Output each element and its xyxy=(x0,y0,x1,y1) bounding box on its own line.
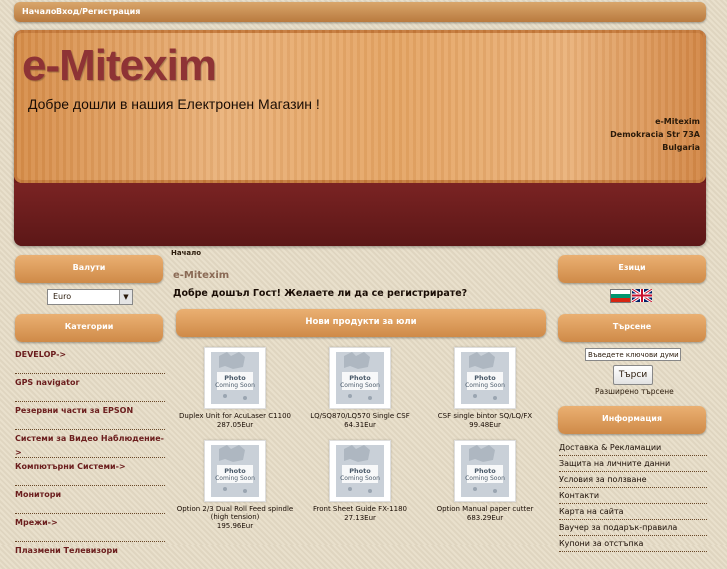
product-card[interactable]: Photo Coming Soon LQ/SQ870/LQ570 Single … xyxy=(300,347,420,429)
product-price: 64.31Eur xyxy=(344,421,376,429)
info-link-list: Доставка & Рекламации Защита на личните … xyxy=(559,441,707,552)
product-price: 287.05Eur xyxy=(216,421,254,429)
english-flag-icon[interactable] xyxy=(632,289,652,302)
placeholder-text-line1: Photo xyxy=(224,467,246,475)
placeholder-text-line1: Photo xyxy=(349,467,371,475)
info-link[interactable]: Условия за ползване xyxy=(559,473,707,488)
info-link[interactable]: Контакти xyxy=(559,489,707,504)
search-box-header: Търсене xyxy=(558,314,706,342)
placeholder-text-line1: Photo xyxy=(349,374,371,382)
category-link[interactable]: DEVELOP-> xyxy=(15,348,165,374)
product-card[interactable]: Photo Coming Soon CSF single bintor SQ/L… xyxy=(425,347,545,429)
advanced-search-link[interactable]: Разширено търсене xyxy=(595,387,674,396)
nav-login-link[interactable]: Вход/Регистрация xyxy=(56,7,140,16)
category-list: DEVELOP-> GPS navigator Резервни части з… xyxy=(15,348,165,569)
header-address-country: Bulgaria xyxy=(662,143,700,152)
product-thumbnail[interactable]: Photo Coming Soon xyxy=(454,347,516,409)
chevron-down-icon[interactable]: ▼ xyxy=(119,290,132,304)
info-link[interactable]: Доставка & Рекламации xyxy=(559,441,707,456)
product-thumbnail[interactable]: Photo Coming Soon xyxy=(204,440,266,502)
category-link[interactable]: Компютърни Системи-> xyxy=(15,460,165,486)
placeholder-text-line1: Photo xyxy=(224,374,246,382)
product-price: 683.29Eur xyxy=(466,514,504,522)
product-name[interactable]: Front Sheet Guide FX-1180 xyxy=(300,505,420,513)
product-thumbnail[interactable]: Photo Coming Soon xyxy=(454,440,516,502)
product-card[interactable]: Photo Coming Soon Option 2/3 Dual Roll F… xyxy=(175,440,295,530)
placeholder-text-line2: Coming Soon xyxy=(215,475,255,482)
currency-box-header: Валути xyxy=(15,255,163,283)
placeholder-text-line2: Coming Soon xyxy=(215,382,255,389)
product-thumbnail[interactable]: Photo Coming Soon xyxy=(329,440,391,502)
placeholder-text-line1: Photo xyxy=(474,374,496,382)
info-link[interactable]: Карта на сайта xyxy=(559,505,707,520)
product-card[interactable]: Photo Coming Soon Duplex Unit for AcuLas… xyxy=(175,347,295,429)
nav-home-link[interactable]: Начало xyxy=(22,7,56,16)
new-products-header: Нови продукти за юли xyxy=(176,309,546,337)
currency-select-value: Euro xyxy=(53,292,72,301)
product-name[interactable]: Option Manual paper cutter xyxy=(425,505,545,513)
search-button[interactable]: Търси xyxy=(613,365,653,385)
product-price: 99.48Eur xyxy=(469,421,501,429)
placeholder-text-line1: Photo xyxy=(474,467,496,475)
info-box-header: Информация xyxy=(558,406,706,434)
placeholder-text-line2: Coming Soon xyxy=(465,475,505,482)
info-link[interactable]: Защита на личните данни xyxy=(559,457,707,472)
product-price: 27.13Eur xyxy=(344,514,376,522)
info-link[interactable]: Ваучер за подарък-правила xyxy=(559,521,707,536)
product-thumbnail[interactable]: Photo Coming Soon xyxy=(329,347,391,409)
product-thumbnail[interactable]: Photo Coming Soon xyxy=(204,347,266,409)
placeholder-text-line2: Coming Soon xyxy=(465,382,505,389)
header-address-street: Demokracia Str 73A xyxy=(610,130,700,139)
product-price: 195.96Eur xyxy=(216,522,254,530)
breadcrumb[interactable]: Начало xyxy=(171,249,201,257)
product-name[interactable]: LQ/SQ870/LQ570 Single CSF xyxy=(300,412,420,420)
header-address-company: e-Mitexim xyxy=(655,117,700,126)
product-name[interactable]: Duplex Unit for AcuLaser C1100 xyxy=(175,412,295,420)
product-card[interactable]: Photo Coming Soon Front Sheet Guide FX-1… xyxy=(300,440,420,522)
guest-greeting: Добре дошъл Гост! Желаете ли да се регис… xyxy=(173,288,468,299)
categories-box-header: Категории xyxy=(15,314,163,342)
category-link[interactable]: GPS navigator xyxy=(15,376,165,402)
languages-box-header: Езици xyxy=(558,255,706,283)
placeholder-text-line2: Coming Soon xyxy=(340,475,380,482)
product-card[interactable]: Photo Coming Soon Option Manual paper cu… xyxy=(425,440,545,522)
site-title[interactable]: e-Mitexim xyxy=(22,41,217,91)
placeholder-text-line2: Coming Soon xyxy=(340,382,380,389)
product-name[interactable]: Option 2/3 Dual Roll Feed spindle (high … xyxy=(175,505,295,521)
bulgarian-flag-icon[interactable] xyxy=(610,289,631,303)
header-dark-band xyxy=(14,183,706,246)
category-link[interactable]: Системи за Видео Наблюдение-> xyxy=(15,432,165,458)
search-input[interactable]: Въведете ключови думи xyxy=(585,348,681,361)
category-link[interactable]: Мрежи-> xyxy=(15,516,165,542)
header-welcome-text: Добре дошли в нашия Електронен Магазин ! xyxy=(28,96,320,112)
category-link[interactable]: Плазмени Телевизори xyxy=(15,544,165,569)
top-navigation-bar: Начало Вход/Регистрация xyxy=(14,2,706,22)
category-link[interactable]: Резервни части за EPSON xyxy=(15,404,165,430)
product-name[interactable]: CSF single bintor SQ/LQ/FX xyxy=(425,412,545,420)
store-heading: e-Mitexim xyxy=(173,270,230,281)
currency-select[interactable]: Euro ▼ xyxy=(47,289,133,305)
category-link[interactable]: Монитори xyxy=(15,488,165,514)
